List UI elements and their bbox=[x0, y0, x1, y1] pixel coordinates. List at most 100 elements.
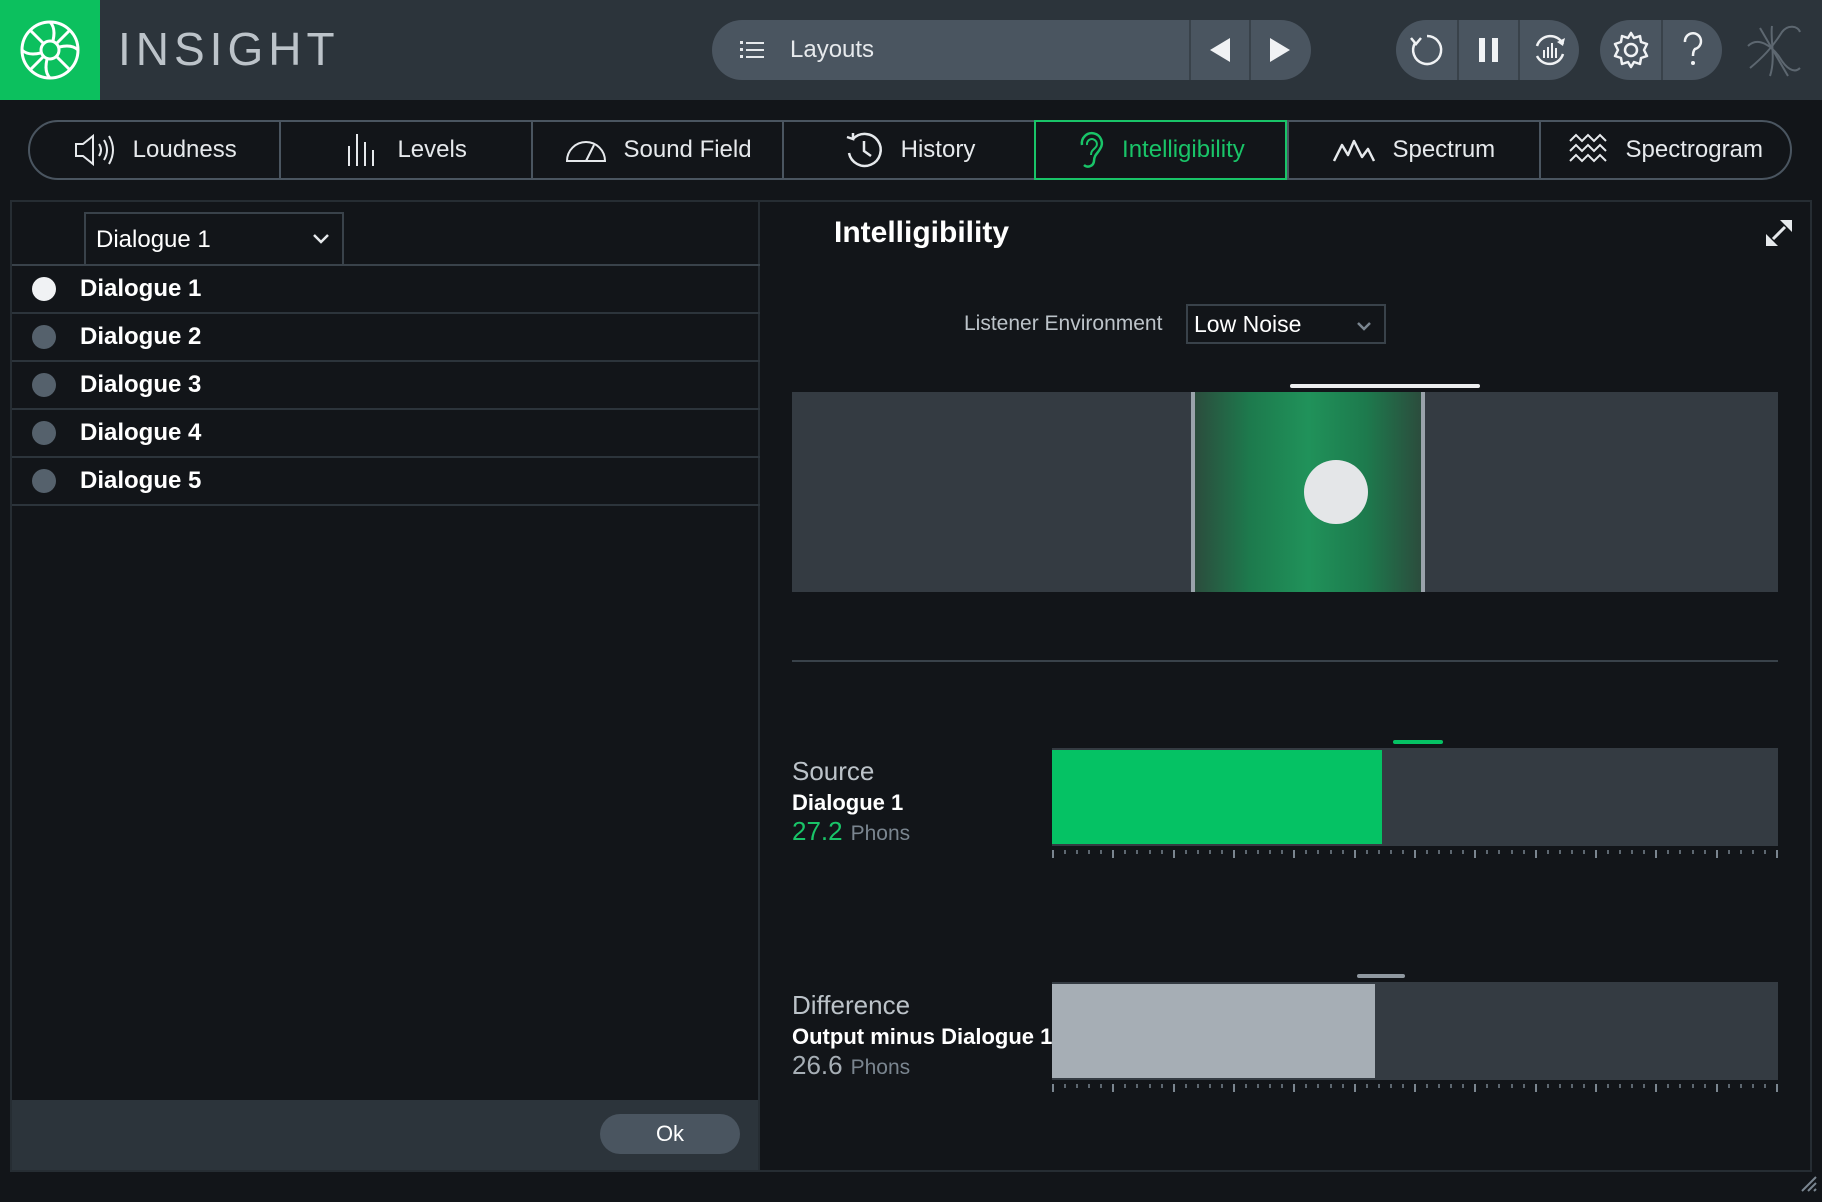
scale-tick bbox=[1679, 1084, 1682, 1088]
radio-dot bbox=[32, 373, 56, 397]
spectrogram-icon bbox=[1568, 133, 1607, 163]
settings-controls bbox=[1600, 20, 1722, 80]
tab-sound-field[interactable]: Sound Field bbox=[530, 122, 782, 178]
pause-button[interactable] bbox=[1457, 20, 1518, 80]
list-item[interactable]: Dialogue 4 bbox=[12, 410, 760, 458]
scale-tick bbox=[1450, 850, 1453, 854]
scale-tick bbox=[1172, 1084, 1175, 1092]
scale-tick bbox=[1365, 1084, 1368, 1088]
scale-tick bbox=[1233, 850, 1235, 858]
radio-dot bbox=[32, 325, 56, 349]
scale-tick bbox=[1546, 1084, 1549, 1088]
scale-tick bbox=[1510, 1084, 1513, 1088]
reset-button[interactable] bbox=[1396, 20, 1457, 80]
scale-tick bbox=[1438, 1084, 1441, 1088]
scale-tick bbox=[1582, 850, 1585, 854]
list-item[interactable]: Dialogue 1 bbox=[12, 266, 760, 314]
scale-tick bbox=[1389, 1084, 1392, 1088]
settings-button[interactable] bbox=[1600, 20, 1661, 80]
ok-button[interactable]: Ok bbox=[600, 1114, 740, 1154]
scale-tick bbox=[1739, 850, 1742, 854]
insight-logo bbox=[0, 0, 100, 100]
source-unit: Phons bbox=[850, 822, 911, 845]
scale-tick bbox=[1293, 850, 1296, 858]
scale-tick bbox=[1196, 1084, 1199, 1088]
scale-tick bbox=[1498, 850, 1501, 854]
listener-environment-select[interactable]: Low Noise bbox=[1186, 304, 1386, 344]
scale-tick bbox=[1064, 1084, 1067, 1088]
scale-tick bbox=[1293, 1084, 1296, 1092]
scale-tick bbox=[1486, 1084, 1489, 1088]
source-selector-panel: Dialogue 1 Dialogue 1 Dialogue 2 Dialogu… bbox=[10, 200, 760, 1172]
scale-tick bbox=[1100, 1084, 1103, 1088]
scale-tick bbox=[1076, 1084, 1079, 1088]
next-layout-button[interactable] bbox=[1249, 20, 1309, 80]
list-item-label: Dialogue 5 bbox=[80, 467, 202, 494]
scale-tick bbox=[1498, 1084, 1501, 1088]
tab-label: Intelligibility bbox=[1122, 136, 1245, 163]
scale-tick bbox=[1558, 850, 1561, 854]
scale-tick bbox=[1353, 1084, 1356, 1092]
source-value-row: 27.2 Phons bbox=[792, 816, 910, 847]
scale-tick bbox=[1631, 1084, 1634, 1088]
previous-layout-button[interactable] bbox=[1189, 20, 1249, 80]
list-item[interactable]: Dialogue 3 bbox=[12, 362, 760, 410]
source-value: 27.2 bbox=[792, 816, 843, 846]
tab-loudness[interactable]: Loudness bbox=[30, 122, 279, 178]
radio-dot bbox=[32, 277, 56, 301]
scale-tick bbox=[1438, 850, 1441, 854]
source-bar bbox=[1052, 748, 1778, 846]
resize-handle[interactable] bbox=[1796, 1171, 1818, 1198]
tab-label: Spectrogram bbox=[1625, 136, 1763, 163]
scale-tick bbox=[1208, 1084, 1211, 1088]
scale-tick bbox=[1607, 1084, 1610, 1088]
loop-meter-button[interactable] bbox=[1518, 20, 1579, 80]
scale-tick bbox=[1353, 850, 1356, 858]
tab-levels[interactable]: Levels bbox=[279, 122, 530, 178]
expand-button[interactable] bbox=[1764, 218, 1794, 253]
scale-tick bbox=[1329, 1084, 1332, 1088]
scale-tick bbox=[1112, 1084, 1115, 1092]
source-name: Dialogue 1 bbox=[792, 790, 904, 815]
scale-tick bbox=[1462, 850, 1465, 854]
target-zone-right-edge bbox=[1421, 392, 1425, 592]
scale-tick bbox=[1667, 1084, 1670, 1088]
tab-label: Sound Field bbox=[623, 136, 752, 163]
scale-tick bbox=[1220, 850, 1223, 854]
source-peak-marker bbox=[1393, 740, 1444, 744]
chevron-down-icon bbox=[313, 234, 329, 244]
scale-tick bbox=[1112, 850, 1115, 858]
list-icon bbox=[740, 41, 764, 58]
tab-label: Spectrum bbox=[1392, 136, 1496, 163]
layouts-control: Layouts bbox=[712, 20, 1311, 80]
scale-tick bbox=[1595, 850, 1597, 858]
list-item[interactable]: Dialogue 2 bbox=[12, 314, 760, 362]
source-dropdown[interactable]: Dialogue 1 bbox=[84, 212, 344, 266]
scale-tick bbox=[1220, 1084, 1223, 1088]
tab-intelligibility[interactable]: Intelligibility bbox=[1033, 120, 1288, 180]
scale-tick bbox=[1534, 850, 1537, 858]
scale-tick bbox=[1052, 1084, 1054, 1092]
scale-tick bbox=[1414, 850, 1416, 858]
help-button[interactable] bbox=[1661, 20, 1722, 80]
scale-tick bbox=[1389, 850, 1392, 854]
difference-bar bbox=[1052, 982, 1778, 1080]
scale-tick bbox=[1281, 850, 1284, 854]
layouts-button[interactable]: Layouts bbox=[712, 20, 1189, 80]
scale-tick bbox=[1522, 1084, 1525, 1088]
scale-tick bbox=[1667, 850, 1670, 854]
list-item[interactable]: Dialogue 5 bbox=[12, 458, 760, 506]
difference-value: 26.6 bbox=[792, 1050, 843, 1080]
izotope-icon bbox=[1747, 25, 1801, 77]
scale-tick bbox=[1329, 850, 1332, 854]
scale-tick bbox=[1691, 850, 1694, 854]
tab-spectrogram[interactable]: Spectrogram bbox=[1538, 122, 1790, 178]
scale-tick bbox=[1148, 1084, 1151, 1088]
scale-tick bbox=[1124, 850, 1127, 854]
scale-tick bbox=[1776, 850, 1778, 858]
tab-history[interactable]: History bbox=[782, 122, 1033, 178]
tab-spectrum[interactable]: Spectrum bbox=[1287, 122, 1538, 178]
scale-tick bbox=[1401, 1084, 1404, 1088]
history-icon bbox=[846, 132, 882, 168]
scale-tick bbox=[1245, 850, 1248, 854]
